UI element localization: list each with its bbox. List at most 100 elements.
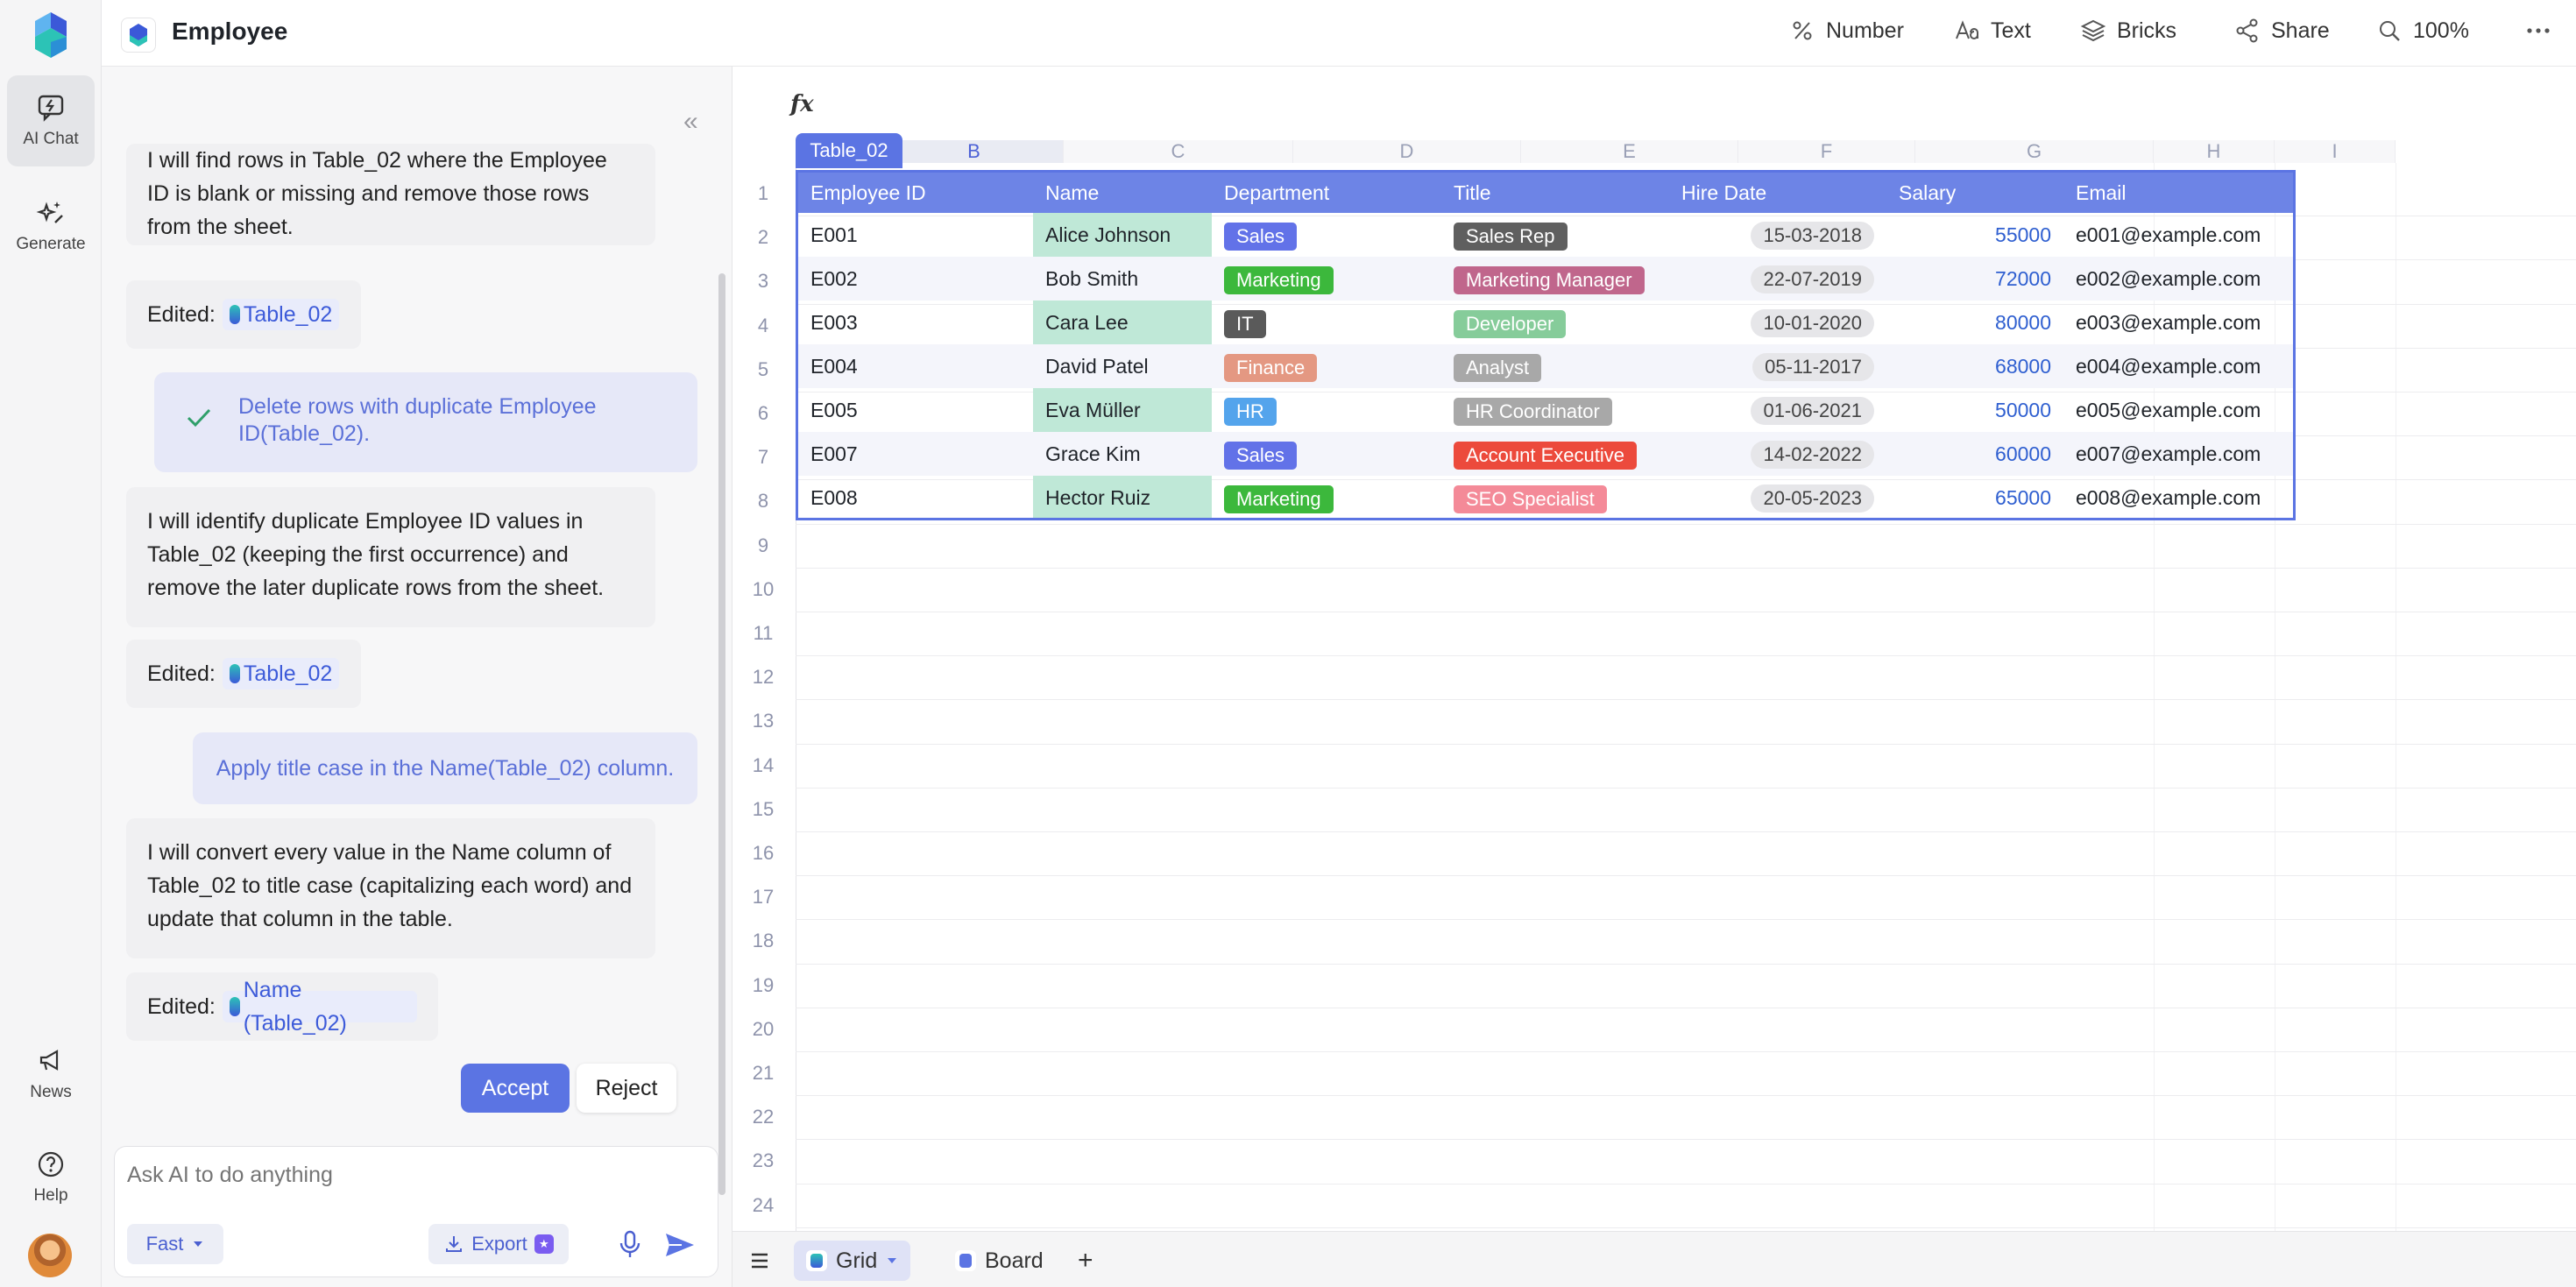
row-number[interactable]: 9 [732,534,794,557]
cell-email[interactable]: e004@example.com [2063,344,2293,388]
cell-salary[interactable]: 68000 [1886,344,2063,388]
cell-title[interactable]: Sales Rep [1441,213,1669,257]
row-number[interactable]: 2 [732,226,794,249]
column-header[interactable]: B [885,140,1064,163]
cell-title[interactable]: Account Executive [1441,432,1669,476]
document-title[interactable]: Employee [172,18,287,46]
cell-title[interactable]: Developer [1441,301,1669,344]
cell-name[interactable]: Bob Smith [1033,257,1212,301]
row-number[interactable]: 12 [732,666,794,689]
views-menu-button[interactable] [741,1241,778,1281]
chat-input[interactable] [127,1163,688,1188]
column-header[interactable]: H [2154,140,2275,163]
cell-email[interactable]: e007@example.com [2063,432,2293,476]
cell-name[interactable]: Hector Ruiz [1033,476,1212,520]
row-number[interactable]: 7 [732,446,794,469]
cell-date[interactable]: 05-11-2017 [1669,344,1886,388]
cell-salary[interactable]: 55000 [1886,213,2063,257]
chat-scrollbar[interactable] [718,273,725,1195]
column-header[interactable]: D [1293,140,1521,163]
header-department[interactable]: Department [1212,173,1329,213]
row-number[interactable]: 4 [732,315,794,337]
table-reference-chip[interactable]: Table_02 [222,658,340,689]
row-number[interactable]: 24 [732,1194,794,1217]
row-number[interactable]: 18 [732,930,794,952]
more-menu-button[interactable] [2525,18,2551,44]
table-row[interactable]: E001 Alice Johnson Sales Sales Rep 15-03-201… [798,213,2293,257]
column-reference-chip[interactable]: Name (Table_02) [222,978,417,1036]
row-number[interactable]: 21 [732,1062,794,1085]
tab-board[interactable]: Board [943,1241,1056,1281]
table-row[interactable]: E008 Hector Ruiz Marketing SEO Specialist 20… [798,476,2293,520]
row-number[interactable]: 1 [732,182,794,205]
header-name[interactable]: Name [1033,173,1099,213]
row-number[interactable]: 6 [732,402,794,425]
rail-ai-chat[interactable]: AI Chat [7,75,95,166]
cell-title[interactable]: HR Coordinator [1441,388,1669,432]
share-button[interactable]: Share [2234,18,2330,44]
cell-email[interactable]: e003@example.com [2063,301,2293,344]
header-employee-id[interactable]: Employee ID [798,173,926,213]
number-format-button[interactable]: Number [1789,18,1904,44]
cell-name[interactable]: Alice Johnson [1033,213,1212,257]
cell-salary[interactable]: 60000 [1886,432,2063,476]
table-row[interactable]: E007 Grace Kim Sales Account Executive 14-02… [798,432,2293,476]
text-format-button[interactable]: Text [1954,18,2031,44]
row-number[interactable]: 10 [732,578,794,601]
cell-id[interactable]: E004 [798,344,1033,388]
cell-date[interactable]: 15-03-2018 [1669,213,1886,257]
header-hire-date[interactable]: Hire Date [1669,173,1766,213]
table-row[interactable]: E002 Bob Smith Marketing Marketing Manager 2… [798,257,2293,301]
cell-salary[interactable]: 50000 [1886,388,2063,432]
cell-title[interactable]: SEO Specialist [1441,476,1669,520]
send-button[interactable] [658,1226,702,1264]
microphone-button[interactable] [611,1226,649,1264]
cell-id[interactable]: E002 [798,257,1033,301]
header-salary[interactable]: Salary [1886,173,1956,213]
cell-name[interactable]: Grace Kim [1033,432,1212,476]
rail-news[interactable]: News [7,1029,95,1120]
cell-id[interactable]: E001 [798,213,1033,257]
cell-email[interactable]: e002@example.com [2063,257,2293,301]
cell-dept[interactable]: Finance [1212,344,1441,388]
accept-button[interactable]: Accept [461,1064,570,1113]
cell-date[interactable]: 01-06-2021 [1669,388,1886,432]
cell-name[interactable]: Eva Müller [1033,388,1212,432]
row-number[interactable]: 23 [732,1149,794,1172]
collapse-panel-icon[interactable]: « [683,107,698,137]
rail-help[interactable]: Help [7,1132,95,1223]
row-number[interactable]: 15 [732,798,794,821]
cell-id[interactable]: E003 [798,301,1033,344]
cell-name[interactable]: David Patel [1033,344,1212,388]
cell-title[interactable]: Marketing Manager [1441,257,1669,301]
cell-salary[interactable]: 65000 [1886,476,2063,520]
row-number[interactable]: 17 [732,886,794,909]
row-number[interactable]: 5 [732,358,794,381]
cell-name[interactable]: Cara Lee [1033,301,1212,344]
cell-date[interactable]: 20-05-2023 [1669,476,1886,520]
table-row[interactable]: E004 David Patel Finance Analyst 05-11-2017 6… [798,344,2293,388]
cell-dept[interactable]: Marketing [1212,257,1441,301]
cell-email[interactable]: e008@example.com [2063,476,2293,520]
cell-salary[interactable]: 72000 [1886,257,2063,301]
rail-generate[interactable]: Generate [7,180,95,272]
reject-button[interactable]: Reject [577,1064,676,1113]
row-number[interactable]: 8 [732,490,794,513]
export-button[interactable]: Export ★ [428,1224,569,1264]
row-number[interactable]: 19 [732,974,794,997]
cell-dept[interactable]: Sales [1212,213,1441,257]
formula-icon[interactable]: fx [790,91,814,117]
column-header[interactable]: F [1738,140,1915,163]
column-header[interactable]: G [1915,140,2154,163]
cell-dept[interactable]: IT [1212,301,1441,344]
header-email[interactable]: Email [2063,173,2127,213]
row-number[interactable]: 20 [732,1018,794,1041]
cell-dept[interactable]: Marketing [1212,476,1441,520]
mode-dropdown[interactable]: Fast [127,1224,223,1264]
cell-dept[interactable]: Sales [1212,432,1441,476]
cell-date[interactable]: 10-01-2020 [1669,301,1886,344]
column-header[interactable]: E [1521,140,1738,163]
row-number[interactable]: 11 [732,622,794,645]
cell-id[interactable]: E008 [798,476,1033,520]
cell-id[interactable]: E005 [798,388,1033,432]
